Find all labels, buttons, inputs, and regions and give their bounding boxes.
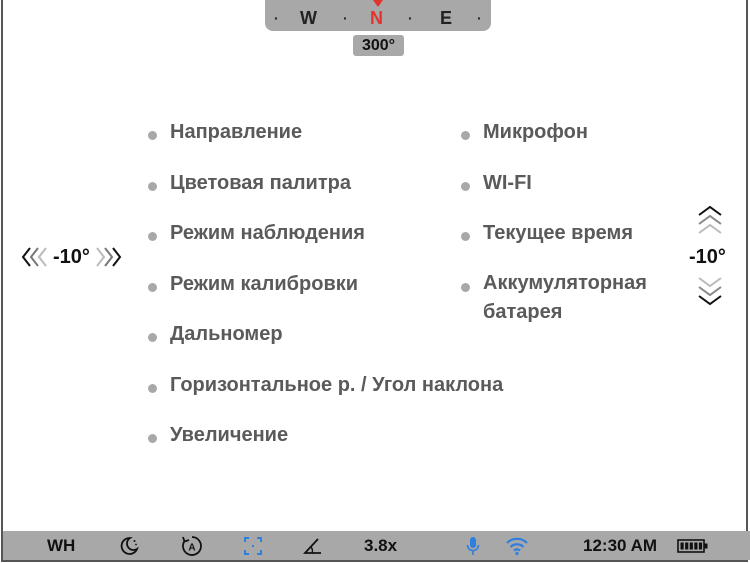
bullet-icon — [148, 182, 157, 191]
rangefinder-icon — [243, 531, 263, 560]
chevron-up-triple-icon — [698, 205, 722, 234]
chevron-down-triple-icon — [698, 277, 722, 306]
menu-item-battery[interactable]: Аккумуляторная батарея — [461, 272, 683, 327]
bullet-icon — [148, 283, 157, 292]
elevation-value: -10° — [689, 246, 726, 268]
bullet-icon — [148, 232, 157, 241]
screen-frame: · W · N · E · 300° Направление Цветовая … — [1, 0, 750, 562]
compass-tick: · — [477, 10, 482, 26]
bullet-icon — [148, 384, 157, 393]
menu-item-label: WI-FI — [483, 172, 532, 194]
bullet-icon — [148, 434, 157, 443]
battery-cell — [698, 542, 703, 549]
menu-item-label: Горизонтальное р. / Угол наклона — [170, 374, 504, 396]
auto-calibration-icon: A — [181, 531, 203, 560]
tilt-indicator: -10° — [21, 244, 122, 270]
svg-text:A: A — [188, 542, 195, 553]
battery-cell — [694, 542, 698, 549]
compass-west: W — [300, 8, 317, 28]
menu-item-color-palette[interactable]: Цветовая палитра — [148, 172, 351, 198]
time-status: 12:30 AM — [583, 535, 658, 555]
menu-item-observation-mode[interactable]: Режим наблюдения — [148, 222, 365, 248]
battery-cell — [689, 542, 693, 549]
compass-east: E — [440, 8, 453, 28]
menu-item-label: Текущее время — [483, 222, 633, 244]
menu-item-label: Режим наблюдения — [170, 222, 365, 244]
menu-item-label: Увеличение — [170, 424, 289, 446]
zoom-status: 3.8x — [364, 535, 398, 555]
menu-item-horizon-tilt[interactable]: Горизонтальное р. / Угол наклона — [148, 374, 503, 400]
chevron-left-triple-icon — [21, 247, 47, 267]
battery-cell — [680, 542, 684, 549]
menu-item-direction[interactable]: Направление — [148, 121, 302, 147]
menu-item-wifi[interactable]: WI-FI — [461, 172, 532, 198]
chevron-right-triple-icon — [96, 247, 122, 267]
microphone-icon — [465, 531, 481, 560]
menu-item-current-time[interactable]: Текущее время — [461, 222, 633, 248]
menu-item-label: Аккумуляторная батарея — [483, 272, 647, 323]
angle-icon — [303, 531, 323, 560]
bullet-icon — [461, 232, 470, 241]
bullet-icon — [461, 182, 470, 191]
moon-icon — [119, 531, 139, 560]
bullet-icon — [461, 283, 470, 292]
menu-item-label: Режим калибровки — [170, 273, 359, 295]
menu-item-calibration-mode[interactable]: Режим калибровки — [148, 273, 358, 299]
compass-north: N — [370, 8, 383, 28]
compass-tick: · — [274, 10, 279, 26]
menu-item-rangefinder[interactable]: Дальномер — [148, 323, 283, 349]
menu-item-label: Микрофон — [483, 121, 588, 143]
bullet-icon — [148, 333, 157, 342]
compass-heading: 300° — [353, 35, 404, 56]
menu-item-label: Цветовая палитра — [170, 172, 351, 194]
tilt-value: -10° — [53, 245, 90, 268]
menu-item-label: Направление — [170, 121, 303, 143]
menu-item-zoom[interactable]: Увеличение — [148, 424, 288, 450]
menu-item-microphone[interactable]: Микрофон — [461, 121, 588, 147]
bullet-icon — [148, 131, 157, 140]
palette-status: WH — [47, 535, 76, 555]
compass-tick: · — [343, 10, 348, 26]
battery-icon — [677, 531, 709, 560]
compass-tick: · — [408, 10, 413, 26]
status-bar: WH A 3.8x 12:30 AM — [3, 531, 750, 560]
battery-cell — [685, 542, 689, 549]
bullet-icon — [461, 131, 470, 140]
compass-pointer — [373, 0, 383, 7]
wifi-icon — [505, 531, 529, 560]
menu-item-label: Дальномер — [170, 323, 283, 345]
compass-bar: · W · N · E · — [265, 0, 491, 31]
